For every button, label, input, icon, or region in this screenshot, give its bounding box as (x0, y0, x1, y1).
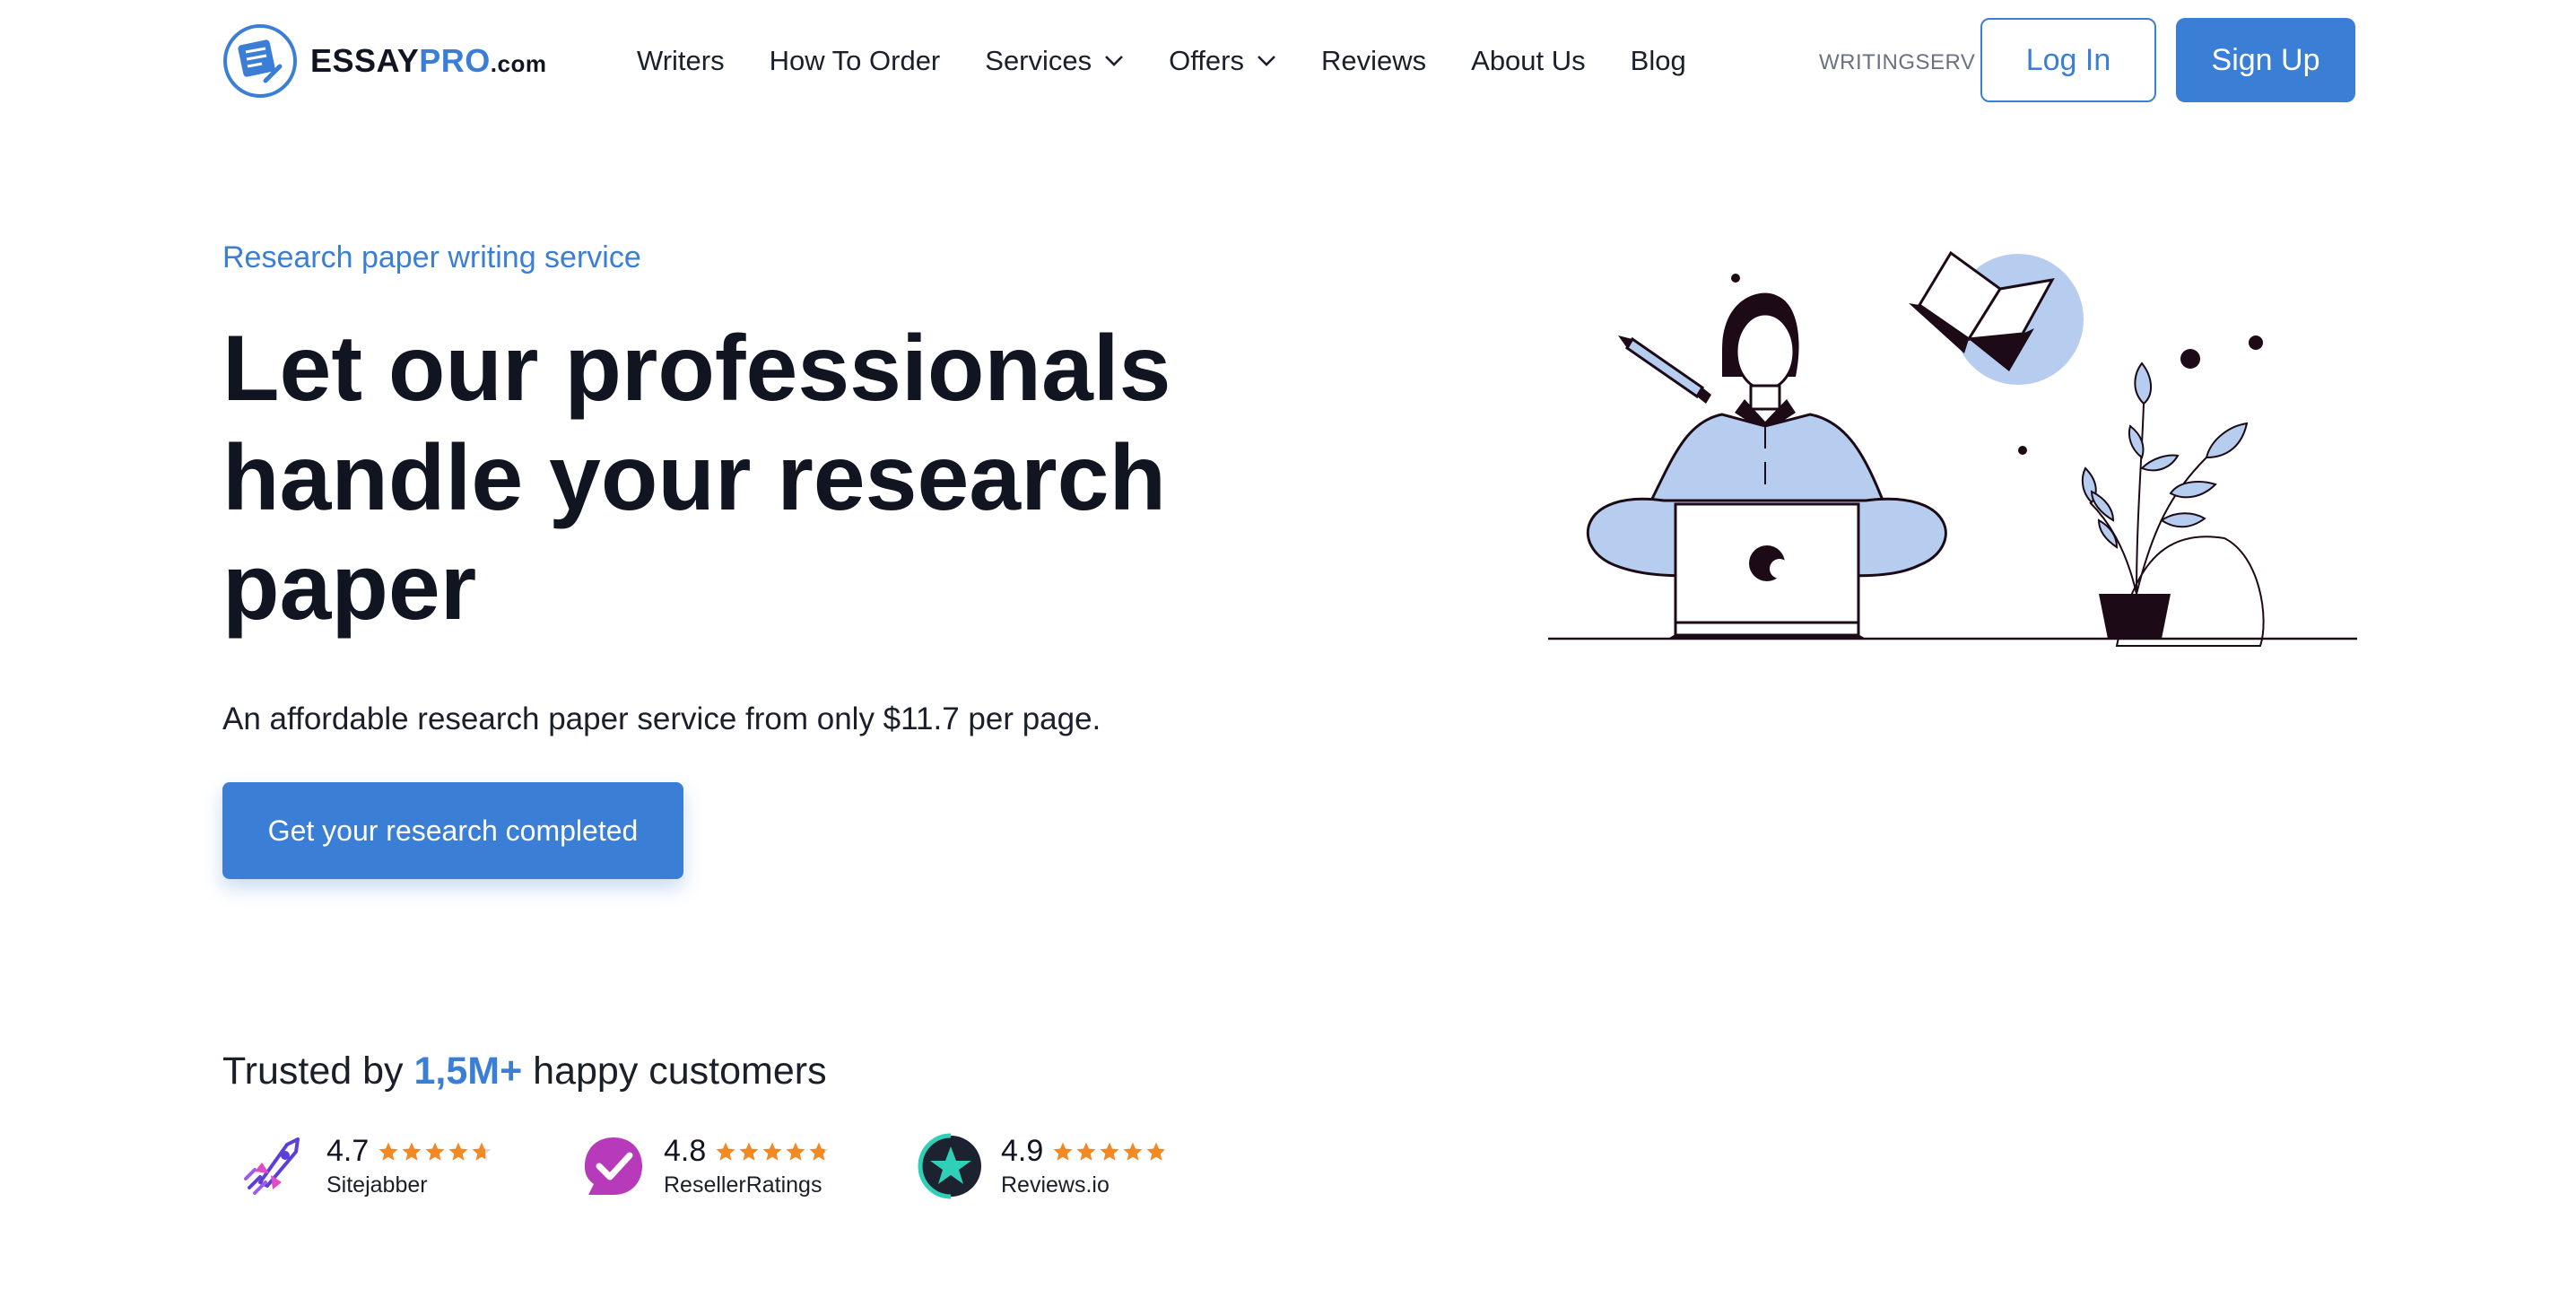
nav-reviews[interactable]: Reviews (1321, 45, 1426, 77)
trusted-by-heading: Trusted by 1,5M+ happy customers (222, 1050, 827, 1093)
customer-count: 1,5M+ (413, 1050, 523, 1093)
star-icon (809, 1142, 829, 1161)
star-rating (1052, 1141, 1167, 1163)
star-icon (739, 1142, 759, 1161)
dot-shape (2249, 335, 2263, 350)
rating-score: 4.8 (664, 1134, 707, 1168)
chevron-down-icon (1105, 56, 1124, 66)
rating-source: Sitejabber (326, 1172, 428, 1198)
sitejabber-rocket-icon (244, 1137, 300, 1195)
nav-offers[interactable]: Offers (1169, 45, 1276, 77)
rating-score: 4.7 (326, 1134, 370, 1168)
rating-source: ResellerRatings (664, 1172, 822, 1198)
hero-illustration (1548, 250, 2357, 647)
hero-subtitle: An affordable research paper service fro… (222, 701, 1101, 736)
logo-icon (223, 24, 297, 98)
star-icon (448, 1142, 468, 1161)
main-nav: Writers How To Order Services Offers Rev… (637, 34, 1731, 88)
ratings-row: 4.7 Sitejabber 4.8 ResellerRatings 4.9 R… (242, 1132, 1254, 1200)
star-icon (472, 1142, 492, 1161)
hero-title: Let our professionals handle your resear… (222, 317, 1171, 640)
dot-shape (2180, 349, 2200, 369)
dot-shape (2018, 446, 2027, 455)
star-rating (715, 1141, 830, 1163)
get-research-completed-button[interactable]: Get your research completed (222, 782, 683, 879)
star-icon (1100, 1142, 1119, 1161)
dot-shape (1731, 274, 1740, 283)
open-book-icon (1909, 250, 2084, 385)
rating-reviewsio[interactable]: 4.9 Reviews.io (917, 1132, 1254, 1200)
star-rating (378, 1141, 492, 1163)
potted-plant-illustration (2081, 362, 2265, 647)
nav-how-to-order[interactable]: How To Order (770, 45, 941, 77)
signup-button[interactable]: Sign Up (2176, 18, 2355, 102)
login-button[interactable]: Log In (1980, 18, 2156, 102)
star-icon (1146, 1142, 1166, 1161)
nav-services[interactable]: Services (985, 45, 1124, 77)
star-icon (1123, 1142, 1143, 1161)
star-icon (716, 1142, 735, 1161)
star-icon (786, 1142, 805, 1161)
nav-writers[interactable]: Writers (637, 45, 725, 77)
resellerratings-check-icon (585, 1137, 642, 1195)
hero-eyebrow: Research paper writing service (222, 240, 641, 274)
rating-sitejabber[interactable]: 4.7 Sitejabber (242, 1132, 579, 1200)
rating-score: 4.9 (1001, 1134, 1044, 1168)
star-icon (1053, 1142, 1073, 1161)
pencil-icon (1618, 335, 1711, 404)
rating-resellerratings[interactable]: 4.8 ResellerRatings (579, 1132, 917, 1200)
chevron-down-icon (1258, 56, 1275, 66)
promo-tag: WRITINGSERV (1819, 50, 1976, 74)
star-icon (379, 1142, 398, 1161)
nav-about-us[interactable]: About Us (1471, 45, 1586, 77)
star-icon (425, 1142, 445, 1161)
site-header: ESSAYPRO.com Writers How To Order Servic… (0, 0, 2576, 126)
logo-wordmark: ESSAYPRO.com (310, 42, 547, 79)
logo[interactable]: ESSAYPRO.com (222, 23, 546, 99)
star-icon (762, 1142, 782, 1161)
star-icon (402, 1142, 422, 1161)
star-icon (1076, 1142, 1096, 1161)
nav-blog[interactable]: Blog (1631, 45, 1686, 77)
rating-source: Reviews.io (1001, 1172, 1110, 1198)
reviewsio-star-icon (918, 1133, 981, 1199)
